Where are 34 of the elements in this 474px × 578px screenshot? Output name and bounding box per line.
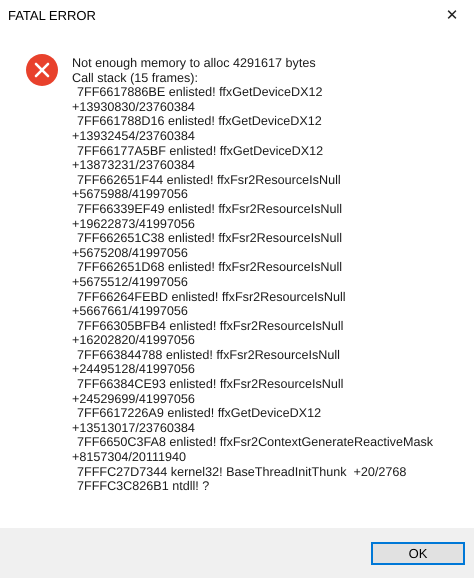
message-text: +24495128/41997056 — [72, 362, 196, 378]
stack-frame-text: 7FF6617226A9 enlisted! ffxGetDeviceDX12 — [76, 406, 322, 421]
stack-frame-text: 7FF661788D16 enlisted! ffxGetDeviceDX12 — [76, 114, 323, 129]
message-text: +8157304/20111940 — [72, 450, 188, 465]
ok-button[interactable]: OK — [371, 542, 465, 564]
stack-frame-text: 7FF66177A5BF enlisted! ffxGetDeviceDX12 — [76, 144, 324, 158]
stack-frame-text: 7FF6650C3FA8 enlisted! ffxFsr2ContextGenerateReactiveMask — [76, 435, 434, 450]
window-title: FATAL ERROR — [8, 8, 96, 22]
message-text: +5675512/41997056 — [72, 274, 189, 290]
stack-frame-text: 7FF662651C38 enlisted! ffxFsr2ResourceIsNull — [76, 231, 344, 246]
message-text: Call stack (15 frames): — [72, 70, 199, 86]
message-text: +13930830/23760384 — [72, 100, 196, 114]
stack-frame-text: 7FF66339EF49 enlisted! ffxFsr2ResourceIsNull — [76, 202, 344, 217]
stack-frame-text: 7FF6617886BE enlisted! ffxGetDeviceDX12 — [76, 85, 324, 100]
message-text: +19622873/41997056 — [72, 216, 196, 232]
stack-frame-text: 7FF66305BFB4 enlisted! ffxFsr2ResourceIsNull — [76, 318, 344, 334]
stack-frame-text: 7FF663844788 enlisted! ffxFsr2ResourceIsNull — [76, 348, 341, 362]
message-text: Not enough memory to alloc 4291617 bytes — [72, 56, 317, 71]
message-text: +5675208/41997056 — [72, 246, 189, 260]
message-text: +5675988/41997056 — [72, 187, 189, 202]
stack-frame-text: 7FF662651D68 enlisted! ffxFsr2ResourceIsNull — [76, 260, 344, 275]
message-text: +13873231/23760384 — [72, 158, 196, 173]
stack-frame-text: 7FFFC27D7344 kernel32! BaseThreadInitThunk +20/2768 — [76, 464, 408, 480]
message-text: +24529699/41997056 — [72, 392, 196, 406]
close-button[interactable]: ✕ — [430, 0, 474, 30]
message-text: +5667661/41997056 — [72, 304, 189, 319]
message-text: +16202820/41997056 — [72, 333, 196, 348]
stack-frame-text: 7FFFC3C826B1 ntdll! ? — [76, 479, 210, 494]
stack-frame-text: 7FF66264FEBD enlisted! ffxFsr2ResourceIsNull — [76, 290, 347, 304]
stack-frame-text: 7FF66384CE93 enlisted! ffxFsr2ResourceIsNull — [76, 377, 344, 392]
stack-frame-text: 7FF662651F44 enlisted! ffxFsr2ResourceIsNull — [76, 172, 342, 188]
error-icon — [26, 54, 58, 86]
message-text: +13513017/23760384 — [72, 420, 196, 436]
message-text: +13932454/23760384 — [72, 128, 196, 144]
